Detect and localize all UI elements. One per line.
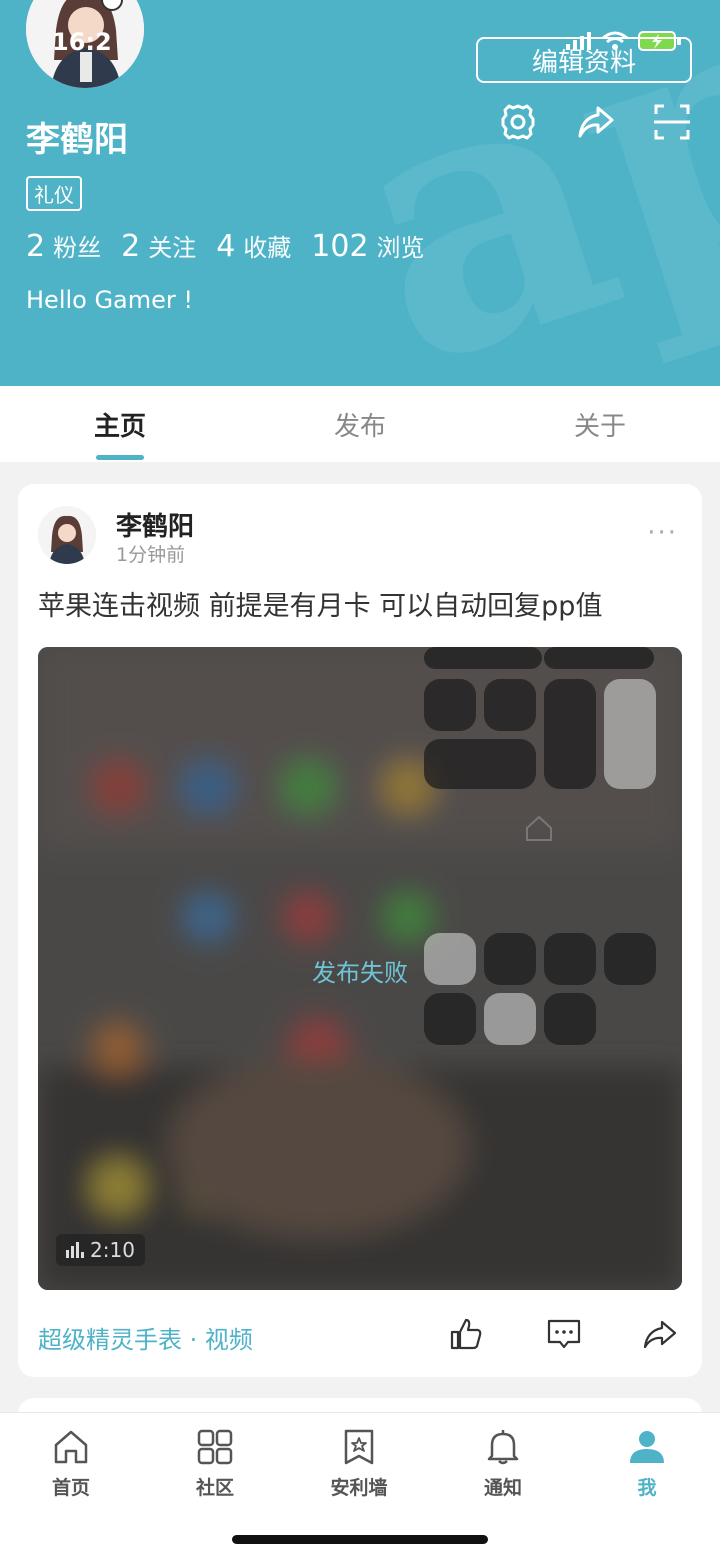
like-icon[interactable] xyxy=(448,1316,484,1352)
video-duration: 2:10 xyxy=(90,1238,135,1262)
tab-posts[interactable]: 发布 xyxy=(240,386,480,462)
tab-active-indicator xyxy=(96,455,144,460)
tab-label: 主页 xyxy=(93,411,146,442)
tab-about[interactable]: 关于 xyxy=(480,386,720,462)
cc-tile xyxy=(424,647,542,669)
tab-home[interactable]: 主页 xyxy=(0,386,240,462)
tab-label: 关于 xyxy=(573,411,626,442)
post-author-name[interactable]: 李鹤阳 xyxy=(116,506,194,543)
post-video[interactable]: 发布失败 2:10 xyxy=(38,647,682,1290)
cc-tile xyxy=(544,647,654,669)
profile-header: ap 16:2 编辑资料 李鹤阳 礼仪 2 粉丝 2 关注 4 收藏 102 浏览 H xyxy=(0,0,720,386)
profile-name: 李鹤阳 xyxy=(26,120,128,160)
comment-icon[interactable] xyxy=(546,1316,582,1352)
grid-icon xyxy=(197,1429,233,1465)
more-options-button[interactable]: ··· xyxy=(647,518,678,548)
post-topic-link[interactable]: 超级精灵手表 · 视频 xyxy=(38,1320,253,1355)
person-icon xyxy=(630,1431,664,1463)
home-icon xyxy=(54,1430,88,1464)
edit-profile-button[interactable]: 编辑资料 xyxy=(476,37,692,83)
bookmark-star-icon xyxy=(344,1429,374,1465)
post-card[interactable]: 李鹤阳 1分钟前 ··· 苹果连击视频 前提是有月卡 可以自动回复pp值 发布失… xyxy=(18,484,702,1377)
video-duration-badge: 2:10 xyxy=(56,1234,145,1266)
profile-tabs: 主页 发布 关于 xyxy=(0,386,720,462)
nav-label: 我 xyxy=(637,1477,657,1499)
nav-label: 安利墙 xyxy=(330,1477,388,1499)
nav-home[interactable]: 首页 xyxy=(11,1427,131,1500)
stat-views: 102 浏览 xyxy=(311,229,425,264)
dark-mode-icon xyxy=(484,993,536,1045)
post-text: 苹果连击视频 前提是有月卡 可以自动回复pp值 xyxy=(38,591,603,622)
scan-icon[interactable] xyxy=(650,100,694,144)
moon-icon xyxy=(484,679,536,731)
stat-following[interactable]: 2 关注 xyxy=(121,228,196,264)
nav-community[interactable]: 社区 xyxy=(155,1427,275,1500)
home-app-icon xyxy=(526,815,552,841)
stat-fans[interactable]: 2 粉丝 xyxy=(26,228,101,264)
share-post-icon[interactable] xyxy=(642,1316,678,1352)
status-time: 16:2 xyxy=(52,28,112,56)
publish-failed-status: 发布失败 xyxy=(312,959,408,987)
profile-tag: 礼仪 xyxy=(26,176,82,211)
post-author-avatar[interactable] xyxy=(38,506,96,564)
nav-notifications[interactable]: 通知 xyxy=(443,1427,563,1500)
nav-label: 社区 xyxy=(195,1477,234,1499)
bell-icon xyxy=(487,1430,519,1465)
volume-slider xyxy=(604,679,656,789)
record-icon xyxy=(544,993,596,1045)
nav-me[interactable]: 我 xyxy=(587,1427,707,1500)
brightness-slider xyxy=(544,679,596,789)
post-timestamp: 1分钟前 xyxy=(116,544,186,566)
qr-scan-icon xyxy=(424,993,476,1045)
share-icon[interactable] xyxy=(574,100,618,144)
tab-label: 发布 xyxy=(333,411,386,442)
stat-favorites[interactable]: 4 收藏 xyxy=(216,228,291,264)
profile-stats: 2 粉丝 2 关注 4 收藏 102 浏览 xyxy=(26,228,425,264)
bars-icon xyxy=(66,1242,84,1258)
rotation-lock-icon xyxy=(424,679,476,731)
nav-label: 首页 xyxy=(51,1477,90,1499)
nav-label: 通知 xyxy=(483,1477,522,1499)
profile-bio: Hello Gamer ! xyxy=(26,286,194,314)
settings-icon[interactable] xyxy=(496,100,540,144)
screen-mirror-icon xyxy=(424,739,536,789)
home-indicator[interactable] xyxy=(232,1535,488,1544)
nav-recommend-wall[interactable]: 安利墙 xyxy=(299,1427,419,1500)
